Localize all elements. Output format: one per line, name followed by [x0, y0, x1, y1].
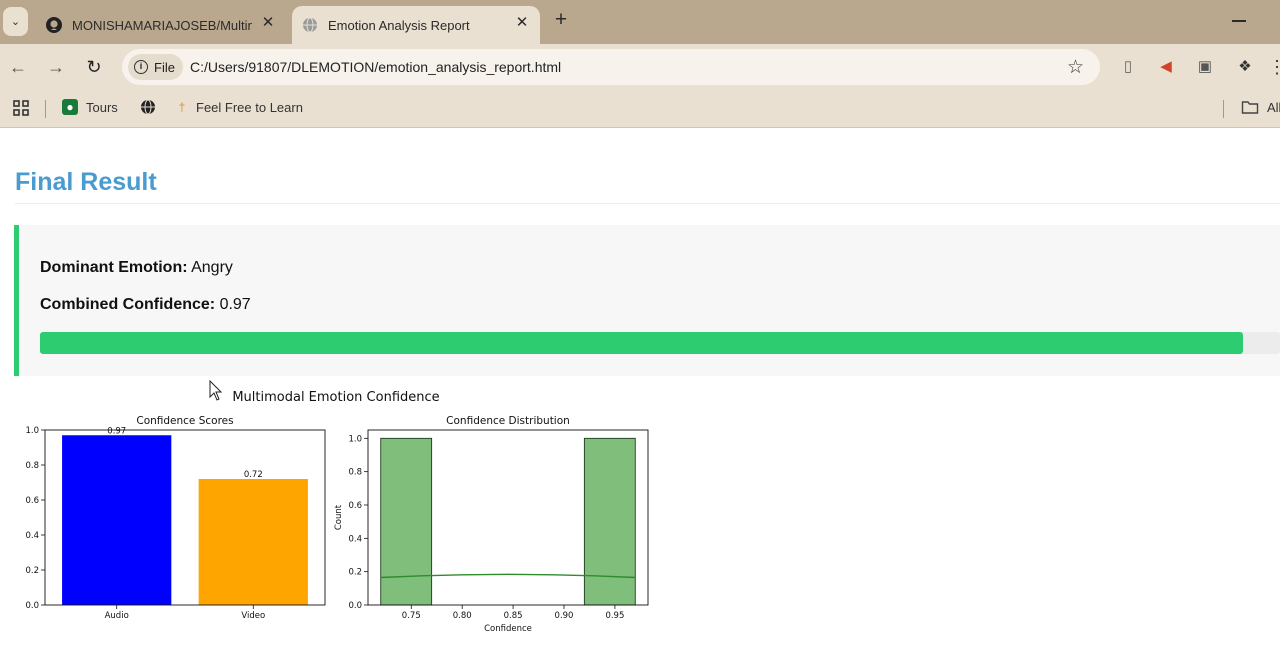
bar-value-label: 0.97: [107, 426, 126, 436]
figure-canvas: Multimodal Emotion Confidence Confidence …: [25, 390, 649, 634]
confidence-progress-bar: [40, 332, 1280, 354]
x-tick-label: 0.90: [555, 611, 574, 621]
pin-icon: †: [178, 100, 186, 114]
result-summary-card: Dominant Emotion: Angry Combined Confide…: [14, 225, 1280, 376]
puzzle-extensions-icon[interactable]: ❖: [1235, 57, 1255, 77]
y-tick-label: 0.0: [348, 601, 362, 611]
x-tick-label: 0.80: [453, 611, 472, 621]
url-text[interactable]: C:/Users/91807/DLEMOTION/emotion_analysi…: [190, 59, 561, 75]
tab-emotion-report[interactable]: Emotion Analysis Report ✕: [292, 6, 540, 44]
histogram-bin: [583, 437, 636, 606]
y-tick-label: 0.4: [348, 534, 362, 544]
bookmarks-bar: ● Tours † Feel Free to Learn All: [0, 90, 1280, 128]
x-axis-label: Confidence: [484, 624, 532, 634]
y-tick-label: 0.6: [25, 496, 39, 506]
address-bar[interactable]: i File C:/Users/91807/DLEMOTION/emotion_…: [122, 49, 1100, 85]
all-bookmarks-folder[interactable]: All: [1241, 99, 1280, 115]
histogram-bin: [380, 437, 433, 606]
browser-toolbar: ← → ↻ i File C:/Users/91807/DLEMOTION/em…: [0, 44, 1280, 90]
tours-icon: ●: [62, 99, 78, 115]
figure-suptitle: Multimodal Emotion Confidence: [232, 390, 439, 405]
emotion-confidence-figure: Multimodal Emotion Confidence Confidence …: [0, 382, 680, 652]
chevron-down-icon: ⌄: [10, 16, 21, 28]
bar-value-label: 0.72: [244, 470, 263, 480]
y-tick-label: 0.2: [348, 568, 362, 578]
new-tab-button[interactable]: +: [550, 9, 572, 33]
globe-icon: [141, 99, 155, 115]
bar-audio: [62, 435, 172, 605]
page-title: Final Result: [15, 168, 157, 196]
tab-strip: ⌄ MONISHAMARIAJOSEB/Multim ✕ Emotion Ana…: [0, 0, 1280, 44]
reload-button[interactable]: ↻: [83, 56, 105, 78]
browser-menu-icon[interactable]: ⋮: [1268, 55, 1280, 79]
x-tick-label: 0.95: [605, 611, 624, 621]
megaphone-extension-icon[interactable]: ◀: [1156, 57, 1176, 77]
bar-video: [198, 479, 308, 605]
bar-chart-title: Confidence Scores: [136, 415, 233, 427]
screen-extension-icon[interactable]: ▣: [1195, 57, 1215, 77]
bookmarks-separator: [1223, 100, 1224, 118]
bookmark-tours[interactable]: ● Tours: [62, 99, 118, 115]
title-divider: [15, 203, 1280, 204]
dominant-emotion-value: Angry: [191, 259, 233, 276]
dominant-emotion-row: Dominant Emotion: Angry: [40, 259, 233, 277]
extension-zero-icon[interactable]: ▯: [1118, 57, 1138, 77]
bookmark-label: All: [1267, 99, 1280, 115]
tab-github[interactable]: MONISHAMARIAJOSEB/Multim ✕: [36, 6, 286, 44]
bookmark-label: Feel Free to Learn: [196, 99, 303, 115]
close-tab-icon[interactable]: ✕: [260, 15, 276, 31]
tab-title: Emotion Analysis Report: [328, 17, 470, 33]
bookmarks-separator: [45, 100, 46, 118]
combined-confidence-value: 0.97: [219, 296, 251, 313]
tab-search-button[interactable]: ⌄: [3, 7, 28, 36]
info-icon: i: [134, 60, 148, 74]
y-tick-label: 0.8: [348, 468, 362, 478]
confidence-progress-fill: [40, 332, 1243, 354]
apps-grid-icon[interactable]: [12, 99, 30, 117]
dominant-emotion-label: Dominant Emotion:: [40, 259, 188, 276]
tab-title: MONISHAMARIAJOSEB/Multim: [72, 17, 252, 33]
y-tick-label: 0.6: [348, 501, 362, 511]
bookmark-globe[interactable]: [140, 99, 156, 115]
y-tick-label: 1.0: [348, 434, 362, 444]
back-button[interactable]: ←: [7, 56, 29, 78]
combined-confidence-row: Combined Confidence: 0.97: [40, 296, 251, 314]
minimize-window-button[interactable]: [1232, 20, 1246, 22]
bookmark-label: Tours: [86, 99, 118, 115]
x-tick-label: Video: [241, 611, 265, 621]
y-tick-label: 1.0: [25, 426, 39, 436]
bookmark-feel-free-to-learn[interactable]: † Feel Free to Learn: [176, 99, 303, 115]
x-tick-label: Audio: [105, 611, 129, 621]
y-tick-label: 0.2: [25, 566, 39, 576]
close-tab-icon[interactable]: ✕: [514, 15, 530, 31]
folder-icon: [1241, 101, 1259, 114]
github-icon: [46, 17, 62, 33]
globe-icon: [303, 17, 317, 33]
combined-confidence-label: Combined Confidence:: [40, 296, 216, 313]
x-tick-label: 0.75: [402, 611, 421, 621]
histogram-title: Confidence Distribution: [446, 415, 570, 427]
y-tick-label: 0.8: [25, 461, 39, 471]
bookmark-star-icon[interactable]: ☆: [1067, 56, 1084, 79]
scheme-label: File: [154, 59, 175, 75]
site-info-chip[interactable]: i File: [128, 54, 183, 80]
y-tick-label: 0.0: [25, 601, 39, 611]
y-axis-label: Count: [334, 504, 344, 530]
forward-button[interactable]: →: [45, 56, 67, 78]
x-tick-label: 0.85: [504, 611, 523, 621]
y-tick-label: 0.4: [25, 531, 39, 541]
